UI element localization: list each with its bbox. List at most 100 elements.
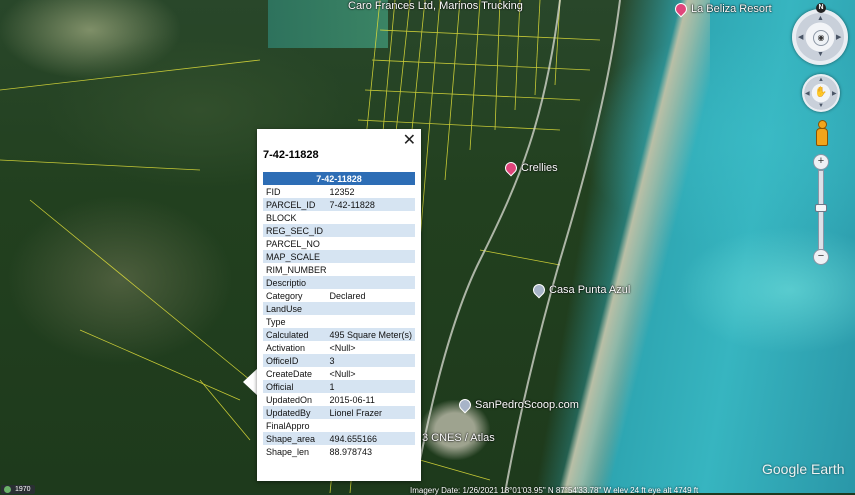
attribute-key: BLOCK xyxy=(266,212,297,223)
map-pin-icon xyxy=(530,281,548,299)
attribute-value: <Null> xyxy=(329,368,356,379)
parcel-info-balloon: ✕ 7-42-11828 7-42-11828 FID 12352 PARCEL_I… xyxy=(257,129,421,481)
attribute-row: BLOCK xyxy=(263,211,415,224)
zoom-slider[interactable]: + − − xyxy=(813,154,829,265)
attribute-key: Type xyxy=(266,316,286,327)
attribute-value xyxy=(326,302,415,315)
attribute-value xyxy=(327,263,415,276)
look-control[interactable]: N ▲ ▼ ◀ ▶ ◉ xyxy=(792,3,848,65)
attribute-key: Category xyxy=(266,290,303,301)
attribute-table-header: 7-42-11828 xyxy=(263,172,415,185)
attribute-key: UpdatedBy xyxy=(263,406,327,419)
poi-la-beliza-resort[interactable]: La Beliza Resort xyxy=(672,0,772,18)
attribute-value: 494.655166 xyxy=(326,432,415,445)
attribute-value: 495 Square Meter(s) xyxy=(326,328,415,341)
move-up-arrow-icon[interactable]: ▲ xyxy=(818,77,824,83)
attribute-value xyxy=(327,419,415,432)
move-control[interactable]: ▲ ▼ ◀ ▶ ✋ xyxy=(802,74,840,112)
look-up-arrow-icon[interactable]: ▲ xyxy=(817,15,824,22)
attribute-value xyxy=(327,237,415,250)
attribute-table: 7-42-11828 FID 12352 PARCEL_ID 7-42-11828 BL… xyxy=(263,172,415,458)
attribute-row: Category Declared xyxy=(263,289,415,302)
close-icon[interactable]: ✕ xyxy=(403,130,416,150)
attribute-key: Calculated xyxy=(263,328,327,341)
attribute-row: Shape_len 88.978743 xyxy=(263,445,415,458)
attribute-row: REG_SEC_ID xyxy=(263,224,415,237)
attribute-row: UpdatedOn 2015-06-11 xyxy=(263,393,415,406)
attribute-key: Official xyxy=(263,380,327,393)
attribute-row: PARCEL_ID 7-42-11828 xyxy=(263,198,415,211)
attribute-row: Calculated 495 Square Meter(s) xyxy=(263,328,415,341)
attribute-key: Activation xyxy=(266,342,306,353)
popup-pointer xyxy=(243,368,258,396)
eye-icon: ◉ xyxy=(813,30,829,46)
attribute-row: Type xyxy=(263,315,415,328)
attribute-key: MAP_SCALE xyxy=(263,250,327,263)
attribute-key: Descriptio xyxy=(263,276,327,289)
google-earth-logo: Google Earth xyxy=(762,461,845,477)
attribute-key: OfficeID xyxy=(263,354,327,367)
status-bar: Imagery Date: 1/26/2021 18°01'03.95" N 8… xyxy=(410,486,699,495)
zoom-in-button[interactable]: + xyxy=(813,154,829,170)
look-right-arrow-icon[interactable]: ▶ xyxy=(836,33,841,41)
attribute-row: LandUse xyxy=(263,302,415,315)
attribute-row: Descriptio xyxy=(263,276,415,289)
attribute-value xyxy=(326,276,415,289)
attribute-row: MAP_SCALE xyxy=(263,250,415,263)
attribute-value xyxy=(327,315,415,328)
look-left-arrow-icon[interactable]: ◀ xyxy=(798,33,803,41)
poi-crellies[interactable]: Crellies xyxy=(502,159,558,177)
map-pin-icon xyxy=(672,0,690,18)
attribute-value: 1 xyxy=(326,380,415,393)
attribute-key: LandUse xyxy=(263,302,327,315)
attribute-row: UpdatedBy Lionel Frazer xyxy=(263,406,415,419)
attribute-value: 12352 xyxy=(329,186,355,197)
map-pin-icon xyxy=(456,396,474,414)
attribute-row: Activation <Null> xyxy=(263,341,415,354)
attribute-row: CreateDate <Null> xyxy=(263,367,415,380)
street-view-pegman-icon[interactable] xyxy=(815,120,828,146)
attribute-row: FID 12352 xyxy=(263,185,415,198)
attribute-value xyxy=(326,250,415,263)
popup-title: 7-42-11828 xyxy=(263,149,319,161)
poi-top-label[interactable]: Caro Frances Ltd, Marinos Trucking xyxy=(348,0,523,12)
attribute-value: 88.978743 xyxy=(329,446,373,457)
attribute-row: Shape_area 494.655166 xyxy=(263,432,415,445)
satellite-map[interactable]: Caro Frances Ltd, Marinos Trucking La Be… xyxy=(0,0,855,493)
attribute-key: Shape_len xyxy=(266,446,310,457)
attribute-key: PARCEL_ID xyxy=(263,198,327,211)
poi-cnes[interactable]: 3 CNES / Atlas xyxy=(422,432,495,444)
parcel-lines xyxy=(0,0,621,493)
attribute-row: PARCEL_NO xyxy=(263,237,415,250)
attribute-value: 3 xyxy=(326,354,415,367)
attribute-value xyxy=(326,224,415,237)
attribute-value: Declared xyxy=(329,290,366,301)
poi-sanpedroscoop[interactable]: SanPedroScoop.com xyxy=(456,396,579,414)
move-left-arrow-icon[interactable]: ◀ xyxy=(805,90,810,97)
attribute-row: FinalAppro xyxy=(263,419,415,432)
move-right-arrow-icon[interactable]: ▶ xyxy=(832,90,837,97)
attribute-key: UpdatedOn xyxy=(266,394,313,405)
zoom-out-button[interactable]: − xyxy=(813,249,829,265)
attribute-key: PARCEL_NO xyxy=(266,238,320,249)
attribute-value: 7-42-11828 xyxy=(326,198,415,211)
attribute-row: OfficeID 3 xyxy=(263,354,415,367)
attribute-row: Official 1 xyxy=(263,380,415,393)
look-down-arrow-icon[interactable]: ▼ xyxy=(817,51,824,58)
attribute-value: Lionel Frazer xyxy=(326,406,415,419)
hand-icon: ✋ xyxy=(814,87,828,98)
attribute-value: 2015-06-11 xyxy=(329,394,375,405)
attribute-key: REG_SEC_ID xyxy=(263,224,327,237)
poi-casa-punta-azul[interactable]: Casa Punta Azul xyxy=(530,281,630,299)
attribute-key: RIM_NUMBER xyxy=(266,264,327,275)
attribute-key: FinalAppro xyxy=(266,420,310,431)
attribute-key: Shape_area xyxy=(263,432,327,445)
attribute-key: CreateDate xyxy=(266,368,313,379)
zoom-thumb[interactable]: − xyxy=(815,204,827,212)
map-pin-icon xyxy=(502,159,520,177)
attribute-key: FID xyxy=(266,186,281,197)
attribute-row: RIM_NUMBER xyxy=(263,263,415,276)
attribute-value: <Null> xyxy=(329,342,356,353)
compass-north[interactable]: N xyxy=(816,3,826,13)
move-down-arrow-icon[interactable]: ▼ xyxy=(818,103,824,109)
